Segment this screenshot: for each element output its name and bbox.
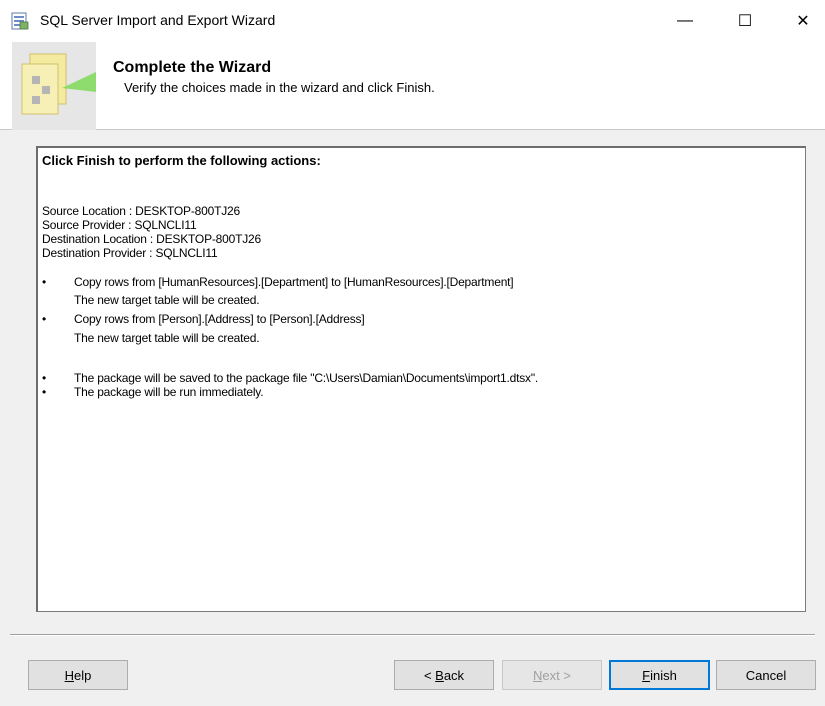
bullet-icon: • [42, 312, 47, 326]
back-label: ack [443, 667, 465, 683]
title-bar: SQL Server Import and Export Wizard — ☐ … [0, 0, 825, 42]
action-save-package: The package will be saved to the package… [74, 371, 539, 385]
wizard-app-icon [11, 12, 29, 30]
action-create-department-table: The new target table will be created. [74, 293, 260, 307]
back-prefix: < [423, 667, 436, 683]
cancel-label: Cancel [745, 667, 787, 683]
next-button[interactable]: Next > [502, 660, 602, 690]
footer-separator [10, 634, 815, 636]
maximize-button[interactable]: ☐ [722, 0, 768, 42]
bullet-icon: • [42, 275, 47, 289]
destination-location-line: Destination Location : DESKTOP-800TJ26 [42, 232, 261, 246]
close-button[interactable]: ✕ [780, 0, 825, 42]
bullet-icon: • [42, 371, 47, 385]
back-button[interactable]: < Back [394, 660, 494, 690]
next-label: ext > [542, 667, 571, 683]
help-button[interactable]: Help [28, 660, 128, 690]
next-mnemonic: N [533, 667, 543, 683]
back-mnemonic: B [435, 667, 444, 683]
page-title: Complete the Wizard [113, 59, 272, 76]
destination-provider-line: Destination Provider : SQLNCLI11 [42, 246, 218, 260]
wizard-graphic-icon [21, 53, 96, 115]
minimize-icon: — [677, 12, 693, 29]
maximize-icon: ☐ [737, 13, 753, 30]
bullet-icon: • [42, 385, 47, 399]
help-mnemonic: H [64, 667, 75, 683]
action-create-address-table: The new target table will be created. [74, 331, 260, 345]
page-subtitle: Verify the choices made in the wizard an… [124, 80, 435, 95]
wizard-header: Complete the Wizard Verify the choices m… [0, 42, 825, 130]
action-copy-address: Copy rows from [Person].[Address] to [Pe… [74, 312, 365, 326]
cancel-button[interactable]: Cancel [716, 660, 816, 690]
wizard-header-image [12, 42, 96, 130]
finish-label: inish [650, 667, 677, 683]
source-location-line: Source Location : DESKTOP-800TJ26 [42, 204, 240, 218]
window-title: SQL Server Import and Export Wizard [40, 12, 276, 28]
close-icon: ✕ [796, 13, 810, 30]
finish-button[interactable]: Finish [609, 660, 710, 690]
summary-heading: Click Finish to perform the following ac… [42, 153, 321, 168]
minimize-button[interactable]: — [662, 0, 708, 42]
summary-textbox[interactable]: Click Finish to perform the following ac… [36, 146, 806, 612]
finish-mnemonic: F [642, 667, 651, 683]
source-provider-line: Source Provider : SQLNCLI11 [42, 218, 197, 232]
help-label: elp [74, 667, 92, 683]
action-run-immediately: The package will be run immediately. [74, 385, 264, 399]
action-copy-department: Copy rows from [HumanResources].[Departm… [74, 275, 514, 289]
